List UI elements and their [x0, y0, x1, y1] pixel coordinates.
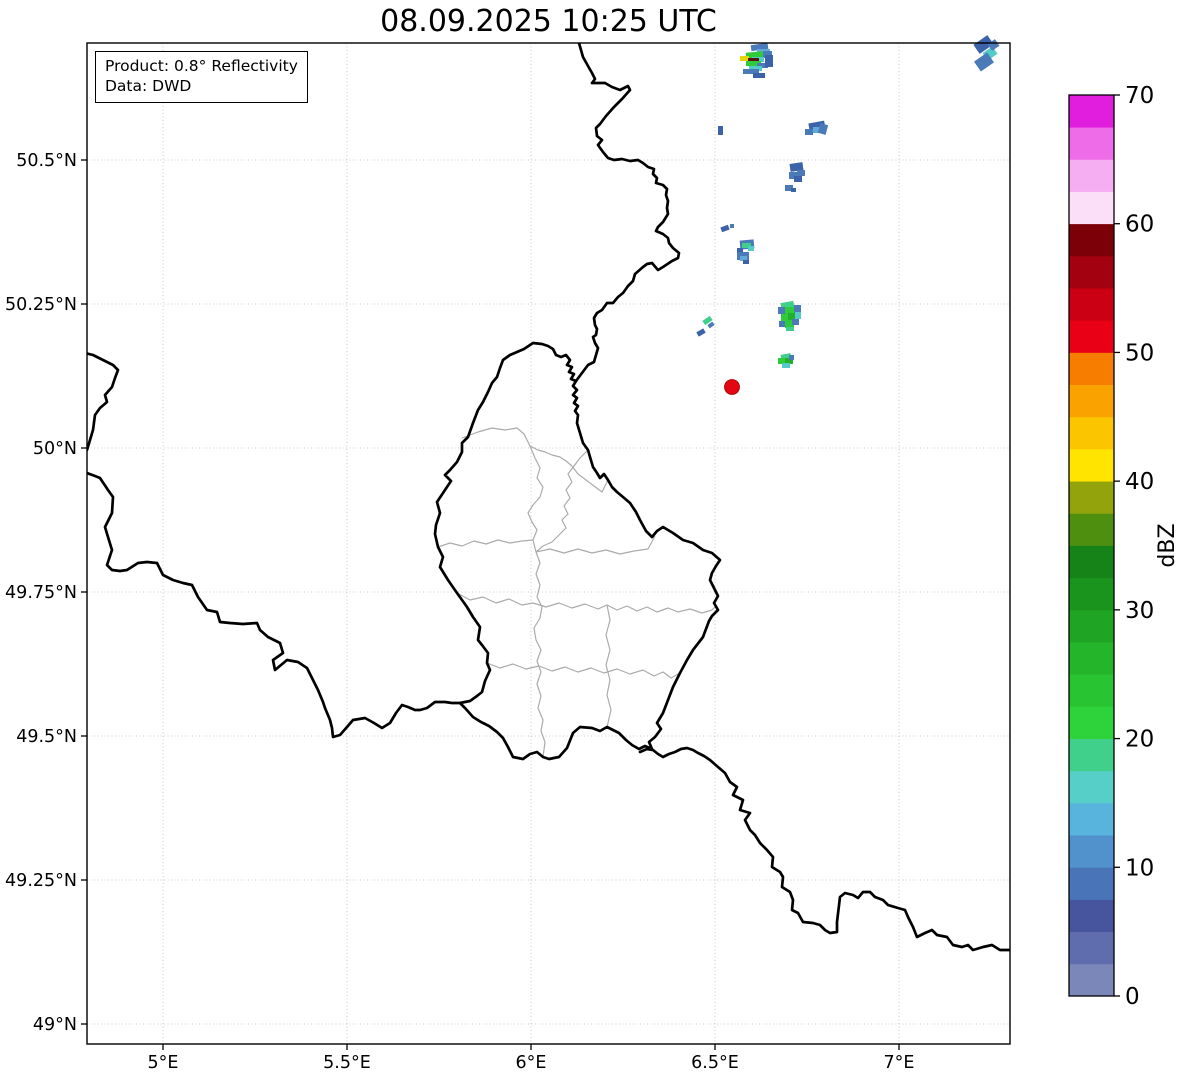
echo-cell [791, 188, 796, 192]
y-tick-label: 50.5°N [16, 151, 77, 171]
y-tick-label: 49.5°N [16, 727, 77, 747]
colorbar-segment [1069, 158, 1114, 192]
echo-cell [748, 246, 754, 251]
country-border [87, 471, 462, 739]
echo-cell [753, 73, 765, 78]
echo-cell [805, 129, 813, 135]
region-border [486, 662, 681, 679]
region-border [535, 449, 589, 553]
colorbar-tick-label: 60 [1125, 212, 1154, 238]
country-border [638, 746, 1010, 952]
region-border [456, 592, 717, 614]
colorbar-segment [1069, 287, 1114, 321]
y-tick-label: 50°N [33, 439, 77, 459]
region-border [527, 445, 546, 758]
x-tick-label: 5.5°E [323, 1053, 371, 1073]
country-border [433, 341, 722, 761]
colorbar-segment [1069, 866, 1114, 900]
echo-cell [794, 305, 801, 313]
colorbar-segment [1069, 963, 1114, 997]
region-border [437, 539, 534, 548]
colorbar-segment [1069, 94, 1114, 128]
colorbar-segment [1069, 126, 1114, 160]
echo-cell [789, 355, 794, 360]
x-tick-label: 6.5°E [691, 1053, 739, 1073]
x-tick-label: 5°E [148, 1053, 179, 1073]
data-source-label: Data: DWD [105, 77, 192, 96]
colorbar-segment [1069, 448, 1114, 482]
colorbar-tick-label: 10 [1125, 855, 1154, 881]
region-border [461, 427, 573, 467]
colorbar-segment [1069, 480, 1114, 514]
colorbar-segment [1069, 705, 1114, 739]
x-tick-label: 6°E [516, 1053, 547, 1073]
radar-map-page: { "title": "08.09.2025 10:25 UTC", "info… [0, 0, 1202, 1081]
y-tick-label: 49°N [33, 1015, 77, 1035]
echo-cell [782, 363, 790, 368]
echo-cell [795, 312, 801, 319]
colorbar-segment [1069, 931, 1114, 965]
colorbar-tick-label: 30 [1125, 598, 1154, 624]
colorbar-segment [1069, 319, 1114, 353]
colorbar-tick-label: 70 [1125, 83, 1154, 109]
echo-cell [748, 58, 759, 61]
echo-cell [718, 126, 723, 135]
colorbar-segment [1069, 512, 1114, 546]
country-border [574, 43, 681, 383]
colorbar-tick-label: 0 [1125, 984, 1140, 1010]
echo-cell [720, 224, 730, 233]
colorbar-segment [1069, 770, 1114, 804]
colorbar-segment [1069, 609, 1114, 643]
colorbar-segment [1069, 641, 1114, 675]
colorbar-segment [1069, 802, 1114, 836]
colorbar-unit-label: dBZ [1155, 523, 1180, 567]
colorbar-segment [1069, 191, 1114, 225]
echo-cell [730, 224, 734, 228]
colorbar-segment [1069, 899, 1114, 933]
colorbar-segment [1069, 577, 1114, 611]
country-border [87, 352, 120, 452]
colorbar-tick-label: 40 [1125, 469, 1154, 495]
echo-cell [797, 170, 805, 176]
colorbar-tick-label: 20 [1125, 727, 1154, 753]
echo-cell [696, 328, 706, 337]
colorbar-segment [1069, 352, 1114, 386]
colorbar-segment [1069, 545, 1114, 579]
echo-cell [794, 176, 802, 182]
echo-cell [786, 327, 794, 331]
echo-cell [765, 55, 773, 67]
x-tick-label: 7°E [884, 1053, 915, 1073]
y-tick-label: 49.25°N [5, 871, 77, 891]
y-tick-label: 49.75°N [5, 583, 77, 603]
echo-cell [740, 56, 749, 61]
y-tick-label: 50.25°N [5, 295, 77, 315]
region-border [571, 465, 609, 493]
colorbar-segment [1069, 738, 1114, 772]
colorbar-segment [1069, 416, 1114, 450]
colorbar-segment [1069, 673, 1114, 707]
colorbar-segment [1069, 384, 1114, 418]
colorbar-segment [1069, 223, 1114, 257]
colorbar-segment [1069, 834, 1114, 868]
echo-cell [737, 248, 743, 252]
region-border [535, 535, 656, 555]
colorbar-segment [1069, 255, 1114, 289]
product-info-box: Product: 0.8° Reflectivity Data: DWD [95, 51, 308, 103]
region-border [605, 604, 612, 728]
product-label: Product: 0.8° Reflectivity [105, 57, 298, 75]
radar-site-marker [724, 379, 740, 395]
echo-cell [792, 319, 799, 325]
radar-map-canvas: 5°E 5.5°E 6°E 6.5°E 7°E 50.5°N 50.25°N 50°N 49.7… [5, 35, 1180, 1073]
echo-cell [743, 260, 749, 264]
colorbar-tick-label: 50 [1125, 340, 1154, 366]
